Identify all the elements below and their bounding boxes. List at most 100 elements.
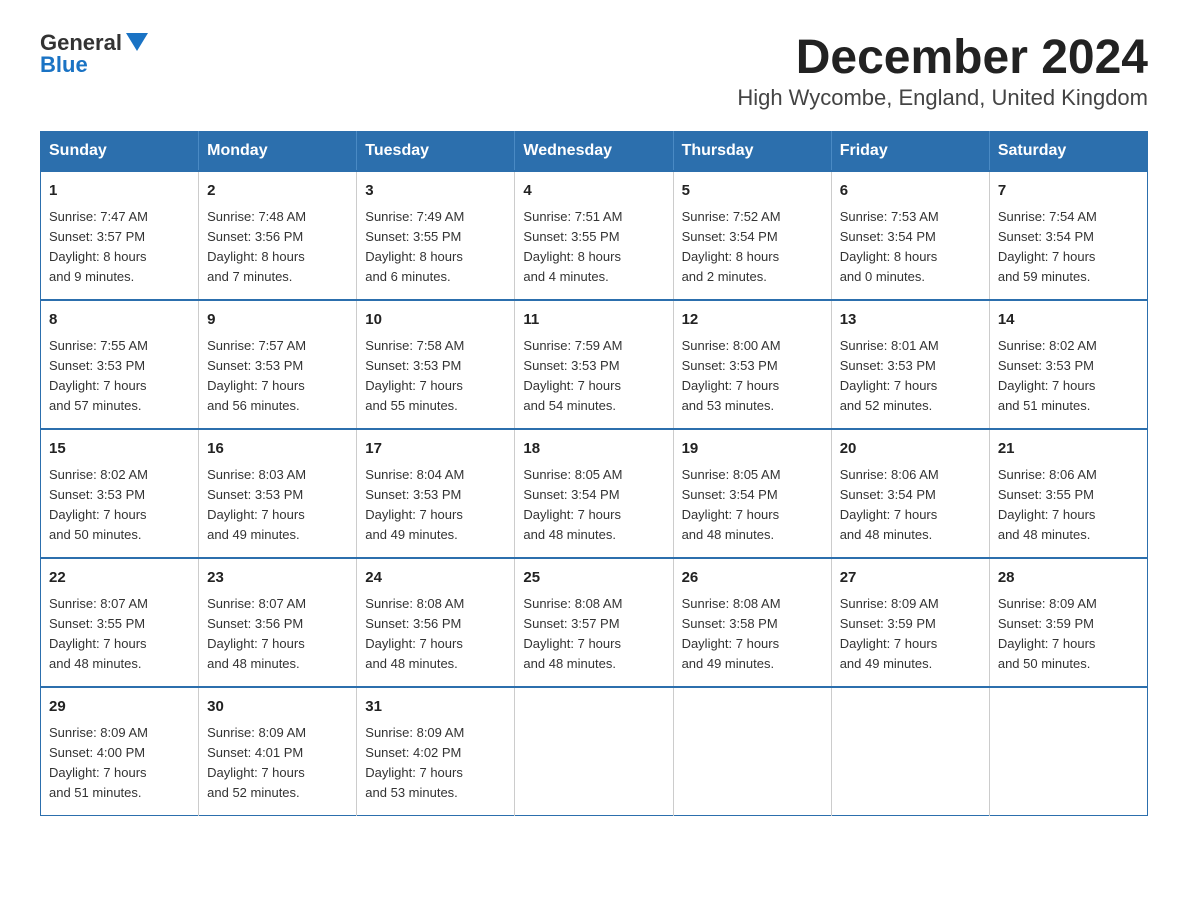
- calendar-week-3: 15 Sunrise: 8:02 AM Sunset: 3:53 PM Dayl…: [41, 429, 1148, 558]
- day-info: Sunrise: 7:54 AM Sunset: 3:54 PM Dayligh…: [998, 207, 1139, 288]
- calendar-cell-w5-d1: 29 Sunrise: 8:09 AM Sunset: 4:00 PM Dayl…: [41, 687, 199, 816]
- calendar-cell-w1-d6: 6 Sunrise: 7:53 AM Sunset: 3:54 PM Dayli…: [831, 171, 989, 300]
- day-number: 28: [998, 567, 1139, 590]
- calendar-header-row: Sunday Monday Tuesday Wednesday Thursday…: [41, 132, 1148, 172]
- day-info: Sunrise: 8:08 AM Sunset: 3:57 PM Dayligh…: [523, 594, 664, 675]
- day-info: Sunrise: 7:48 AM Sunset: 3:56 PM Dayligh…: [207, 207, 348, 288]
- calendar-cell-w4-d5: 26 Sunrise: 8:08 AM Sunset: 3:58 PM Dayl…: [673, 558, 831, 687]
- day-number: 11: [523, 309, 664, 332]
- day-number: 26: [682, 567, 823, 590]
- calendar-cell-w3-d6: 20 Sunrise: 8:06 AM Sunset: 3:54 PM Dayl…: [831, 429, 989, 558]
- day-number: 10: [365, 309, 506, 332]
- calendar-cell-w4-d7: 28 Sunrise: 8:09 AM Sunset: 3:59 PM Dayl…: [989, 558, 1147, 687]
- calendar-cell-w3-d3: 17 Sunrise: 8:04 AM Sunset: 3:53 PM Dayl…: [357, 429, 515, 558]
- calendar-cell-w1-d2: 2 Sunrise: 7:48 AM Sunset: 3:56 PM Dayli…: [199, 171, 357, 300]
- day-info: Sunrise: 8:07 AM Sunset: 3:56 PM Dayligh…: [207, 594, 348, 675]
- calendar-cell-w1-d3: 3 Sunrise: 7:49 AM Sunset: 3:55 PM Dayli…: [357, 171, 515, 300]
- calendar-week-5: 29 Sunrise: 8:09 AM Sunset: 4:00 PM Dayl…: [41, 687, 1148, 816]
- day-info: Sunrise: 8:09 AM Sunset: 4:00 PM Dayligh…: [49, 723, 190, 804]
- day-info: Sunrise: 8:09 AM Sunset: 3:59 PM Dayligh…: [840, 594, 981, 675]
- day-info: Sunrise: 8:00 AM Sunset: 3:53 PM Dayligh…: [682, 336, 823, 417]
- day-info: Sunrise: 8:05 AM Sunset: 3:54 PM Dayligh…: [682, 465, 823, 546]
- day-number: 13: [840, 309, 981, 332]
- day-number: 16: [207, 438, 348, 461]
- col-tuesday: Tuesday: [357, 132, 515, 172]
- calendar-cell-w2-d6: 13 Sunrise: 8:01 AM Sunset: 3:53 PM Dayl…: [831, 300, 989, 429]
- calendar-cell-w4-d4: 25 Sunrise: 8:08 AM Sunset: 3:57 PM Dayl…: [515, 558, 673, 687]
- day-number: 30: [207, 696, 348, 719]
- day-number: 21: [998, 438, 1139, 461]
- day-number: 18: [523, 438, 664, 461]
- day-number: 12: [682, 309, 823, 332]
- col-wednesday: Wednesday: [515, 132, 673, 172]
- day-number: 19: [682, 438, 823, 461]
- day-info: Sunrise: 7:55 AM Sunset: 3:53 PM Dayligh…: [49, 336, 190, 417]
- day-number: 8: [49, 309, 190, 332]
- day-number: 6: [840, 180, 981, 203]
- day-number: 4: [523, 180, 664, 203]
- day-number: 7: [998, 180, 1139, 203]
- day-info: Sunrise: 7:47 AM Sunset: 3:57 PM Dayligh…: [49, 207, 190, 288]
- day-info: Sunrise: 8:09 AM Sunset: 3:59 PM Dayligh…: [998, 594, 1139, 675]
- calendar-cell-w3-d2: 16 Sunrise: 8:03 AM Sunset: 3:53 PM Dayl…: [199, 429, 357, 558]
- day-number: 1: [49, 180, 190, 203]
- calendar-cell-w2-d2: 9 Sunrise: 7:57 AM Sunset: 3:53 PM Dayli…: [199, 300, 357, 429]
- day-info: Sunrise: 8:09 AM Sunset: 4:01 PM Dayligh…: [207, 723, 348, 804]
- calendar-week-2: 8 Sunrise: 7:55 AM Sunset: 3:53 PM Dayli…: [41, 300, 1148, 429]
- day-number: 22: [49, 567, 190, 590]
- day-info: Sunrise: 8:08 AM Sunset: 3:58 PM Dayligh…: [682, 594, 823, 675]
- calendar-cell-w5-d7: [989, 687, 1147, 816]
- day-info: Sunrise: 7:51 AM Sunset: 3:55 PM Dayligh…: [523, 207, 664, 288]
- day-number: 29: [49, 696, 190, 719]
- calendar-week-1: 1 Sunrise: 7:47 AM Sunset: 3:57 PM Dayli…: [41, 171, 1148, 300]
- day-info: Sunrise: 8:07 AM Sunset: 3:55 PM Dayligh…: [49, 594, 190, 675]
- day-number: 2: [207, 180, 348, 203]
- day-number: 23: [207, 567, 348, 590]
- day-number: 27: [840, 567, 981, 590]
- day-number: 14: [998, 309, 1139, 332]
- calendar-cell-w1-d4: 4 Sunrise: 7:51 AM Sunset: 3:55 PM Dayli…: [515, 171, 673, 300]
- calendar-cell-w2-d1: 8 Sunrise: 7:55 AM Sunset: 3:53 PM Dayli…: [41, 300, 199, 429]
- calendar-cell-w3-d7: 21 Sunrise: 8:06 AM Sunset: 3:55 PM Dayl…: [989, 429, 1147, 558]
- col-saturday: Saturday: [989, 132, 1147, 172]
- calendar-cell-w4-d3: 24 Sunrise: 8:08 AM Sunset: 3:56 PM Dayl…: [357, 558, 515, 687]
- calendar-cell-w4-d1: 22 Sunrise: 8:07 AM Sunset: 3:55 PM Dayl…: [41, 558, 199, 687]
- day-info: Sunrise: 7:59 AM Sunset: 3:53 PM Dayligh…: [523, 336, 664, 417]
- logo-triangle-icon: [126, 33, 148, 51]
- day-number: 3: [365, 180, 506, 203]
- logo: General Blue: [40, 30, 148, 78]
- calendar-cell-w1-d1: 1 Sunrise: 7:47 AM Sunset: 3:57 PM Dayli…: [41, 171, 199, 300]
- calendar-cell-w5-d4: [515, 687, 673, 816]
- calendar-cell-w1-d5: 5 Sunrise: 7:52 AM Sunset: 3:54 PM Dayli…: [673, 171, 831, 300]
- calendar-cell-w3-d1: 15 Sunrise: 8:02 AM Sunset: 3:53 PM Dayl…: [41, 429, 199, 558]
- calendar-cell-w1-d7: 7 Sunrise: 7:54 AM Sunset: 3:54 PM Dayli…: [989, 171, 1147, 300]
- calendar-cell-w2-d7: 14 Sunrise: 8:02 AM Sunset: 3:53 PM Dayl…: [989, 300, 1147, 429]
- calendar-cell-w2-d5: 12 Sunrise: 8:00 AM Sunset: 3:53 PM Dayl…: [673, 300, 831, 429]
- calendar-cell-w5-d2: 30 Sunrise: 8:09 AM Sunset: 4:01 PM Dayl…: [199, 687, 357, 816]
- day-info: Sunrise: 8:04 AM Sunset: 3:53 PM Dayligh…: [365, 465, 506, 546]
- calendar-subtitle: High Wycombe, England, United Kingdom: [737, 85, 1148, 111]
- day-info: Sunrise: 8:06 AM Sunset: 3:54 PM Dayligh…: [840, 465, 981, 546]
- col-thursday: Thursday: [673, 132, 831, 172]
- day-number: 24: [365, 567, 506, 590]
- day-info: Sunrise: 8:05 AM Sunset: 3:54 PM Dayligh…: [523, 465, 664, 546]
- calendar-cell-w4-d6: 27 Sunrise: 8:09 AM Sunset: 3:59 PM Dayl…: [831, 558, 989, 687]
- page-header: General Blue December 2024 High Wycombe,…: [40, 30, 1148, 111]
- day-number: 15: [49, 438, 190, 461]
- day-info: Sunrise: 8:06 AM Sunset: 3:55 PM Dayligh…: [998, 465, 1139, 546]
- calendar-cell-w3-d4: 18 Sunrise: 8:05 AM Sunset: 3:54 PM Dayl…: [515, 429, 673, 558]
- day-info: Sunrise: 8:08 AM Sunset: 3:56 PM Dayligh…: [365, 594, 506, 675]
- calendar-cell-w5-d6: [831, 687, 989, 816]
- calendar-week-4: 22 Sunrise: 8:07 AM Sunset: 3:55 PM Dayl…: [41, 558, 1148, 687]
- day-number: 17: [365, 438, 506, 461]
- day-info: Sunrise: 7:57 AM Sunset: 3:53 PM Dayligh…: [207, 336, 348, 417]
- day-info: Sunrise: 7:58 AM Sunset: 3:53 PM Dayligh…: [365, 336, 506, 417]
- day-info: Sunrise: 7:49 AM Sunset: 3:55 PM Dayligh…: [365, 207, 506, 288]
- day-info: Sunrise: 8:02 AM Sunset: 3:53 PM Dayligh…: [49, 465, 190, 546]
- title-block: December 2024 High Wycombe, England, Uni…: [737, 30, 1148, 111]
- col-friday: Friday: [831, 132, 989, 172]
- calendar-cell-w2-d3: 10 Sunrise: 7:58 AM Sunset: 3:53 PM Dayl…: [357, 300, 515, 429]
- calendar-cell-w3-d5: 19 Sunrise: 8:05 AM Sunset: 3:54 PM Dayl…: [673, 429, 831, 558]
- day-info: Sunrise: 8:09 AM Sunset: 4:02 PM Dayligh…: [365, 723, 506, 804]
- calendar-cell-w5-d5: [673, 687, 831, 816]
